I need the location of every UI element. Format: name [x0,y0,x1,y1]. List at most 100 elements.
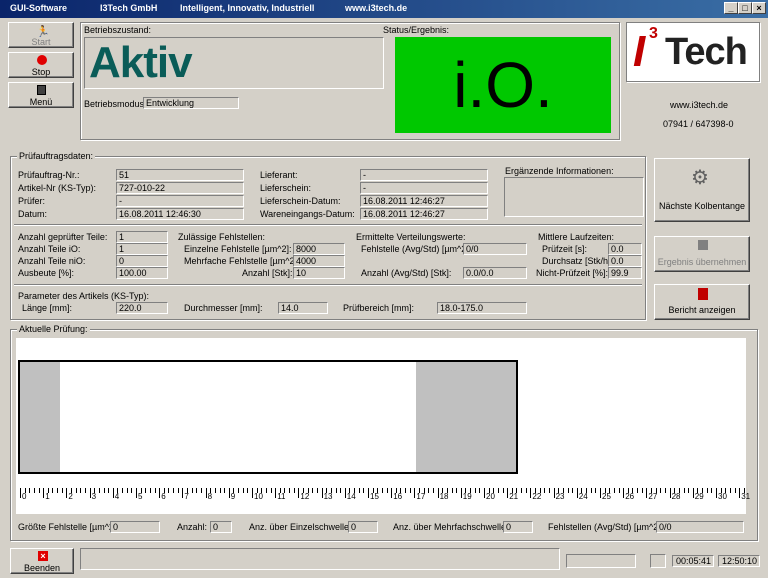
ruler-tick [149,488,151,493]
ruler-tick [321,488,323,498]
anzahl-nio-value: 0 [116,255,168,267]
groesste-fehlstelle-value: 0 [110,521,160,533]
ruler-tick [20,488,21,498]
verteilung-anzahl-label: Anzahl (Avg/Std) [Stk]: [361,268,452,278]
title-company: I3Tech GmbH [100,3,158,13]
kolben-right-end [416,362,516,472]
ruler-tick [363,488,365,493]
ruler-tick [456,488,458,493]
ruler-tick [409,488,411,493]
pruefer-value: - [116,195,244,207]
ruler-tick [729,488,731,493]
gear-icon: ⚙ [691,167,709,189]
bericht-anzeigen-button[interactable]: Bericht anzeigen [654,284,750,320]
ruler-tick [89,488,91,498]
status-bar-main [80,548,560,570]
ausbeute-label: Ausbeute [%]: [18,268,75,278]
ruler-tick [298,488,300,498]
ruler-tick [177,488,179,493]
bericht-label: Bericht anzeigen [668,305,736,315]
ruler-tick [381,488,383,493]
ruler-tick [432,488,434,493]
mehrfachschwelle-value: 0 [503,521,533,533]
ruler-tick [567,488,569,493]
ruler-tick [344,488,346,498]
ruler-tick [669,488,671,498]
ruler-tick [530,488,532,498]
ruler-tick [391,488,393,498]
anzahl-value: 0 [210,521,232,533]
durchsatz-label: Durchsatz [Stk/h]: [542,256,614,266]
status-bar-progress [566,554,636,568]
menu-button[interactable]: Menü [8,82,74,108]
datum-label: Datum: [18,209,48,219]
mehrfache-fehlstelle-label: Mehrfache Fehlstelle [µm^2]: [184,256,300,266]
ruler-label: 23 [555,492,565,501]
ruler-tick [502,488,504,493]
clock-time: 12:50:10 [718,555,760,567]
ruler-tick [108,488,110,493]
ruler: 0 1 2 3 4 5 6 7 8 9 10 11 12 13 14 15 16 17 18 19 20 21 22 23 24… [16,488,750,514]
fehlstellen-avg-label: Fehlstellen (Avg/Std) [µm^2]: [548,522,664,532]
ruler-tick [75,488,77,493]
pruefzeit-label: Prüfzeit [s]: [542,244,588,254]
ruler-tick [145,488,147,493]
mehrfache-fehlstelle-value: 4000 [293,255,345,267]
betriebszustand-display: Aktiv [84,37,384,89]
ruler-label: 4 [114,492,120,501]
kolben-outline [18,360,518,474]
ruler-tick [572,488,574,493]
close-button[interactable]: × [752,2,766,14]
stop-icon [37,55,47,65]
ruler-tick [173,488,175,493]
ruler-tick [316,488,318,493]
anzahl-label: Anzahl: [177,522,208,532]
menu-label: Menü [29,97,53,107]
maximize-button[interactable]: □ [738,2,752,14]
naechste-kolbentange-button[interactable]: ⚙ Nächste Kolbentange [654,158,750,222]
ergebnis-uebernehmen-button[interactable]: Ergebnis übernehmen [654,236,750,272]
ruler-tick [595,488,597,493]
ruler-label: 15 [370,492,379,501]
lieferschein-value: - [360,182,488,194]
ruler-tick [590,488,592,493]
start-button[interactable]: 🏃 Start [8,22,74,48]
ruler-tick [437,488,439,498]
ruler-label: 24 [578,492,588,501]
ruler-label: 22 [532,492,542,501]
stop-button[interactable]: Stop [8,52,74,78]
ruler-label: 17 [416,492,426,501]
ruler-tick [228,488,230,498]
ruler-tick [386,488,388,493]
anzahl-gepruefte-label: Anzahl geprüfter Teile: [18,232,108,242]
status-bar-indicator [650,554,666,568]
ruler-tick [711,488,713,493]
stop-label: Stop [31,67,51,77]
ruler-tick [29,488,31,493]
logo-3: 3 [649,25,658,42]
verteilung-title: Ermittelte Verteilungswerte: [356,232,466,242]
ruler-label: 9 [230,492,236,501]
lieferant-value: - [360,169,488,181]
fehlstellen-avg-value: 0/0 [656,521,744,533]
artikel-nr-label: Artikel-Nr (KS-Typ): [18,183,97,193]
ergebnis-display: i.O. [395,37,611,133]
ergaenzende-field[interactable] [504,177,644,217]
title-slogan: Intelligent, Innovativ, Industriell [180,3,315,13]
ruler-label: 1 [45,492,50,501]
ruler-tick [641,488,643,493]
minimize-button[interactable]: _ [724,2,738,14]
ruler-tick [200,488,202,493]
zulaessig-title: Zulässige Fehlstellen: [178,232,266,242]
ruler-label: 13 [323,492,333,501]
mehrfachschwelle-label: Anz. über Mehrfachschwelle: [393,522,509,532]
ruler-tick [460,488,462,498]
logo-i: I [633,27,646,76]
ruler-tick [265,488,267,493]
company-phone: 07941 / 647398-0 [663,119,734,129]
ruler-tick [340,488,342,493]
ausbeute-value: 100.00 [116,267,168,279]
ruler-tick [136,488,137,498]
beenden-button[interactable]: × Beenden [10,548,74,574]
ruler-tick [576,488,578,498]
